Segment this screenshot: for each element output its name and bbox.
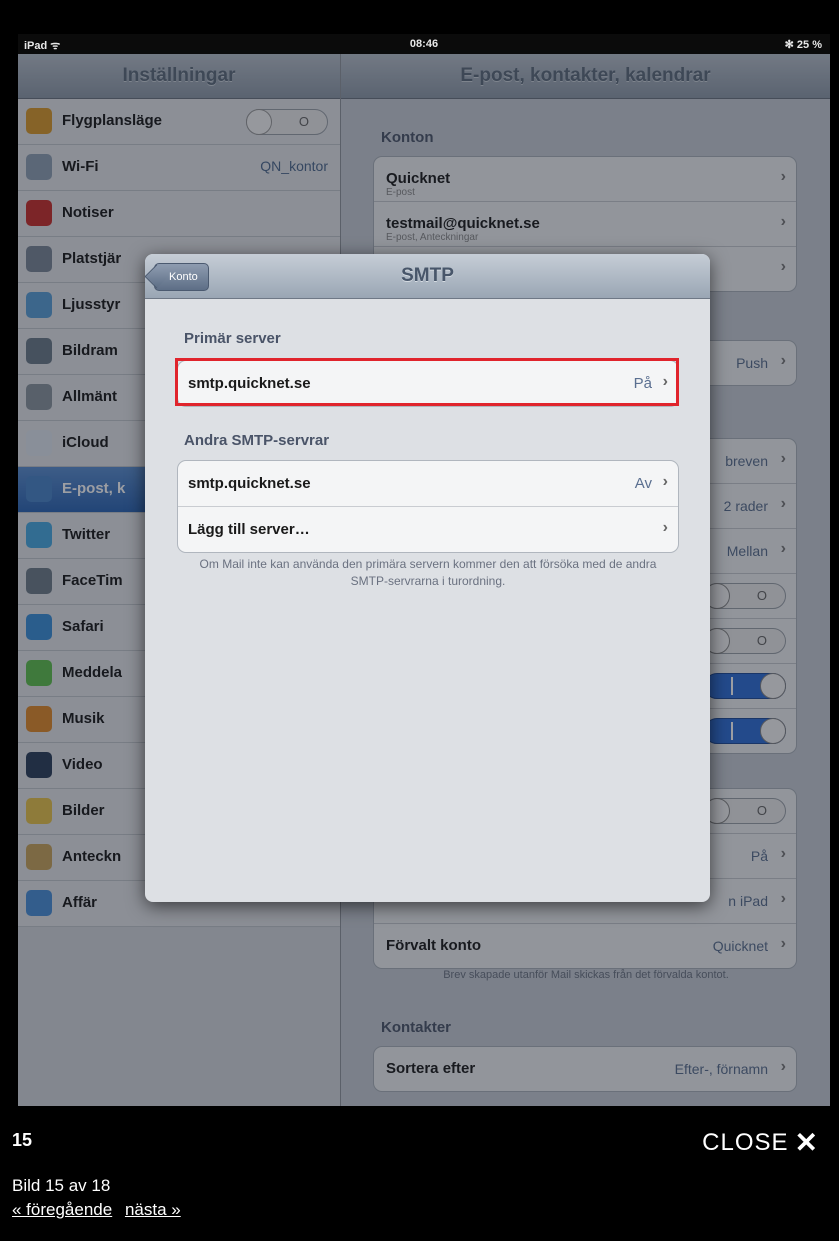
close-icon: ✕ [794, 1127, 819, 1158]
close-button[interactable]: CLOSE ✕ [702, 1126, 819, 1159]
back-button[interactable]: Konto [154, 263, 209, 291]
smtp-navbar: Konto SMTP [145, 254, 710, 299]
other-server-state: Av [634, 475, 652, 492]
smtp-note: Om Mail inte kan använda den primära ser… [199, 557, 657, 588]
status-bar: iPad ᯤ 08:46 ✻ 25 % [18, 34, 830, 54]
other-servers-header: Andra SMTP-servrar [184, 432, 330, 449]
ipad-screenshot: iPad ᯤ 08:46 ✻ 25 % Inställningar Flygpl… [18, 34, 830, 1106]
other-server-row[interactable]: smtp.quicknet.se Av › [178, 461, 678, 507]
previous-link[interactable]: « föregående [12, 1200, 112, 1219]
chevron-right-icon: › [662, 473, 668, 490]
highlight-box [175, 358, 679, 406]
smtp-modal: Konto SMTP Primär server smtp.quicknet.s… [145, 254, 710, 902]
battery-indicator: ✻ 25 % [784, 39, 822, 51]
slide-caption: Bild 15 av 18 [12, 1176, 111, 1195]
smtp-title: SMTP [401, 265, 454, 286]
chevron-right-icon: › [662, 519, 668, 536]
add-server-label: Lägg till server… [188, 521, 310, 538]
primary-server-header: Primär server [184, 330, 281, 347]
clock: 08:46 [409, 38, 439, 50]
next-link[interactable]: nästa » [125, 1200, 181, 1219]
close-label: CLOSE [702, 1129, 789, 1156]
pager: « föregående nästa » [12, 1200, 189, 1220]
slide-number: 15 [12, 1130, 33, 1150]
other-server-host: smtp.quicknet.se [188, 475, 311, 492]
add-server-row[interactable]: Lägg till server… › [178, 507, 678, 552]
other-servers-group: smtp.quicknet.se Av › Lägg till server… … [177, 460, 679, 553]
